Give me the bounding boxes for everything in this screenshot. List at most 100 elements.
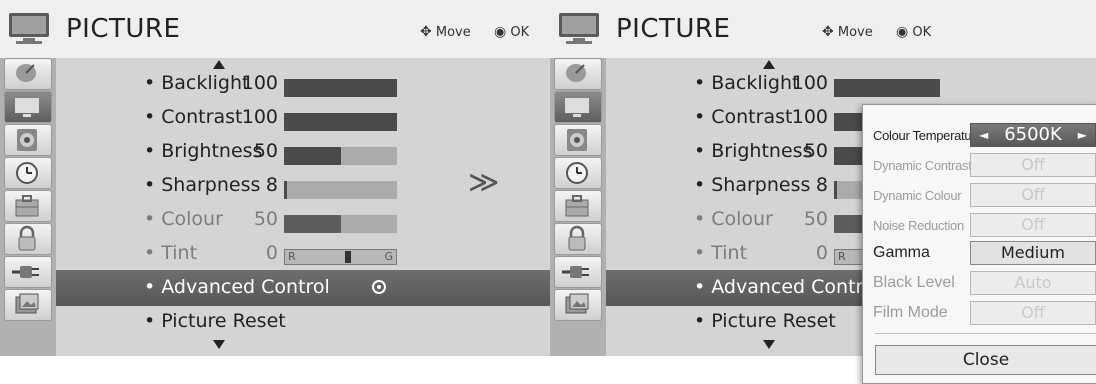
sidebar-usb[interactable]	[554, 289, 602, 321]
setting-label: Black Level	[873, 274, 955, 291]
ok-button-icon: ◉	[896, 24, 909, 40]
item-label: • Picture Reset	[144, 310, 286, 332]
item-label: • Tint	[694, 242, 748, 264]
setting-value-box[interactable]: Off	[970, 301, 1096, 325]
tint-marker	[345, 251, 351, 263]
tint-slider[interactable]: R G	[284, 249, 397, 265]
sidebar-satellite[interactable]	[554, 58, 602, 90]
photo-icon	[15, 293, 39, 314]
sidebar-picture[interactable]	[554, 91, 602, 123]
sharpness-slider[interactable]	[284, 181, 397, 199]
item-label: • Advanced Control	[694, 276, 880, 298]
backlight-slider[interactable]	[834, 79, 940, 97]
left-arrow-icon[interactable]: ◄	[979, 124, 988, 146]
sidebar-lock[interactable]	[4, 223, 52, 255]
photo-icon	[565, 293, 589, 314]
item-value: 100	[791, 106, 828, 128]
sidebar-audio[interactable]	[4, 124, 52, 156]
right-arrow-icon[interactable]: ►	[1078, 124, 1087, 146]
toolbox-icon	[565, 195, 589, 217]
tv-icon	[565, 98, 589, 117]
setting-label: Gamma	[873, 244, 930, 261]
item-value: 8	[815, 174, 828, 196]
transition-arrow: ≫	[468, 165, 500, 200]
backlight-slider[interactable]	[284, 79, 397, 97]
menu-item-picture-reset[interactable]: • Picture Reset	[56, 304, 557, 340]
item-value: 8	[265, 174, 278, 196]
padlock-icon	[18, 225, 36, 251]
setting-label: Dynamic Contrast	[873, 158, 972, 173]
setting-dynamic-contrast[interactable]: Dynamic Contrast Off	[863, 151, 1096, 179]
setting-colour-temperature[interactable]: Colour Temperature ◄ 6500K ►	[863, 121, 1096, 149]
menu-item-tint[interactable]: • Tint 0 R G	[56, 236, 557, 272]
menu-header: PICTURE ✥ Move ◉ OK	[550, 0, 1096, 58]
setting-gamma[interactable]: Gamma Medium	[863, 239, 1096, 267]
setting-black-level[interactable]: Black Level Auto	[863, 269, 1096, 297]
sidebar-usb[interactable]	[4, 289, 52, 321]
item-value: 100	[241, 72, 278, 94]
item-value: 50	[803, 208, 828, 230]
move-hint: ✥ Move	[420, 24, 471, 40]
menu-item-backlight[interactable]: • Backlight 100	[606, 66, 1096, 102]
item-value: 50	[803, 140, 828, 162]
menu-header: PICTURE ✥ Move ◉ OK	[0, 0, 557, 58]
divider	[875, 333, 1096, 334]
satellite-dish-icon	[566, 64, 586, 82]
item-label: • Tint	[144, 242, 198, 264]
item-value: 50	[253, 208, 278, 230]
menu-title: PICTURE	[616, 14, 731, 44]
sidebar-audio[interactable]	[554, 124, 602, 156]
item-value: 0	[815, 242, 828, 264]
sidebar-satellite[interactable]	[4, 58, 52, 90]
sidebar-lock[interactable]	[554, 223, 602, 255]
setting-value: 6500K	[1004, 124, 1062, 145]
colour-temperature-selector[interactable]: ◄ 6500K ►	[970, 123, 1096, 147]
sidebar-time[interactable]	[554, 157, 602, 189]
setting-value-box[interactable]: Off	[970, 153, 1096, 177]
setting-label: Film Mode	[873, 304, 948, 321]
toolbox-icon	[15, 195, 39, 217]
clock-icon	[16, 162, 38, 184]
setting-value-box[interactable]: Auto	[970, 271, 1096, 295]
setting-value-box[interactable]: Off	[970, 183, 1096, 207]
item-value: 50	[253, 140, 278, 162]
speaker-icon	[17, 129, 37, 151]
sidebar-input[interactable]	[554, 256, 602, 288]
move-arrows-icon: ✥	[822, 24, 834, 40]
setting-dynamic-colour[interactable]: Dynamic Colour Off	[863, 181, 1096, 209]
setting-noise-reduction[interactable]: Noise Reduction Off	[863, 211, 1096, 239]
satellite-dish-icon	[16, 64, 36, 82]
setting-label: Noise Reduction	[873, 218, 964, 233]
ok-select-icon	[372, 280, 386, 294]
menu-item-colour[interactable]: • Colour 50	[56, 202, 557, 238]
move-hint: ✥ Move	[822, 24, 873, 40]
menu-item-contrast[interactable]: • Contrast 100	[56, 100, 557, 136]
menu-item-advanced-control[interactable]: • Advanced Control	[56, 270, 557, 306]
ok-button-icon: ◉	[494, 24, 507, 40]
item-label: • Colour	[694, 208, 773, 230]
item-value: 100	[791, 72, 828, 94]
item-label: • Picture Reset	[694, 310, 836, 332]
setting-value-box[interactable]: Medium	[970, 241, 1096, 265]
move-arrows-icon: ✥	[420, 24, 432, 40]
input-plug-icon	[12, 266, 39, 278]
close-button[interactable]: Close	[875, 345, 1096, 375]
sidebar-option[interactable]	[554, 190, 602, 222]
colour-slider[interactable]	[284, 215, 397, 233]
sidebar-option[interactable]	[4, 190, 52, 222]
setting-film-mode[interactable]: Film Mode Off	[863, 299, 1096, 327]
sidebar-input[interactable]	[4, 256, 52, 288]
menu-title: PICTURE	[66, 14, 181, 44]
brightness-slider[interactable]	[284, 147, 397, 165]
sidebar-picture[interactable]	[4, 91, 52, 123]
setting-value-box[interactable]: Off	[970, 213, 1096, 237]
input-plug-icon	[562, 266, 589, 278]
contrast-slider[interactable]	[284, 113, 397, 131]
tint-green-label: G	[384, 250, 393, 263]
scroll-down-icon[interactable]	[213, 340, 225, 349]
ok-hint: ◉ OK	[494, 24, 530, 40]
sidebar-time[interactable]	[4, 157, 52, 189]
menu-content: • Backlight 100 • Contrast 100 • Brightn…	[56, 58, 557, 356]
menu-item-backlight[interactable]: • Backlight 100	[56, 66, 557, 102]
scroll-down-icon[interactable]	[763, 340, 775, 349]
